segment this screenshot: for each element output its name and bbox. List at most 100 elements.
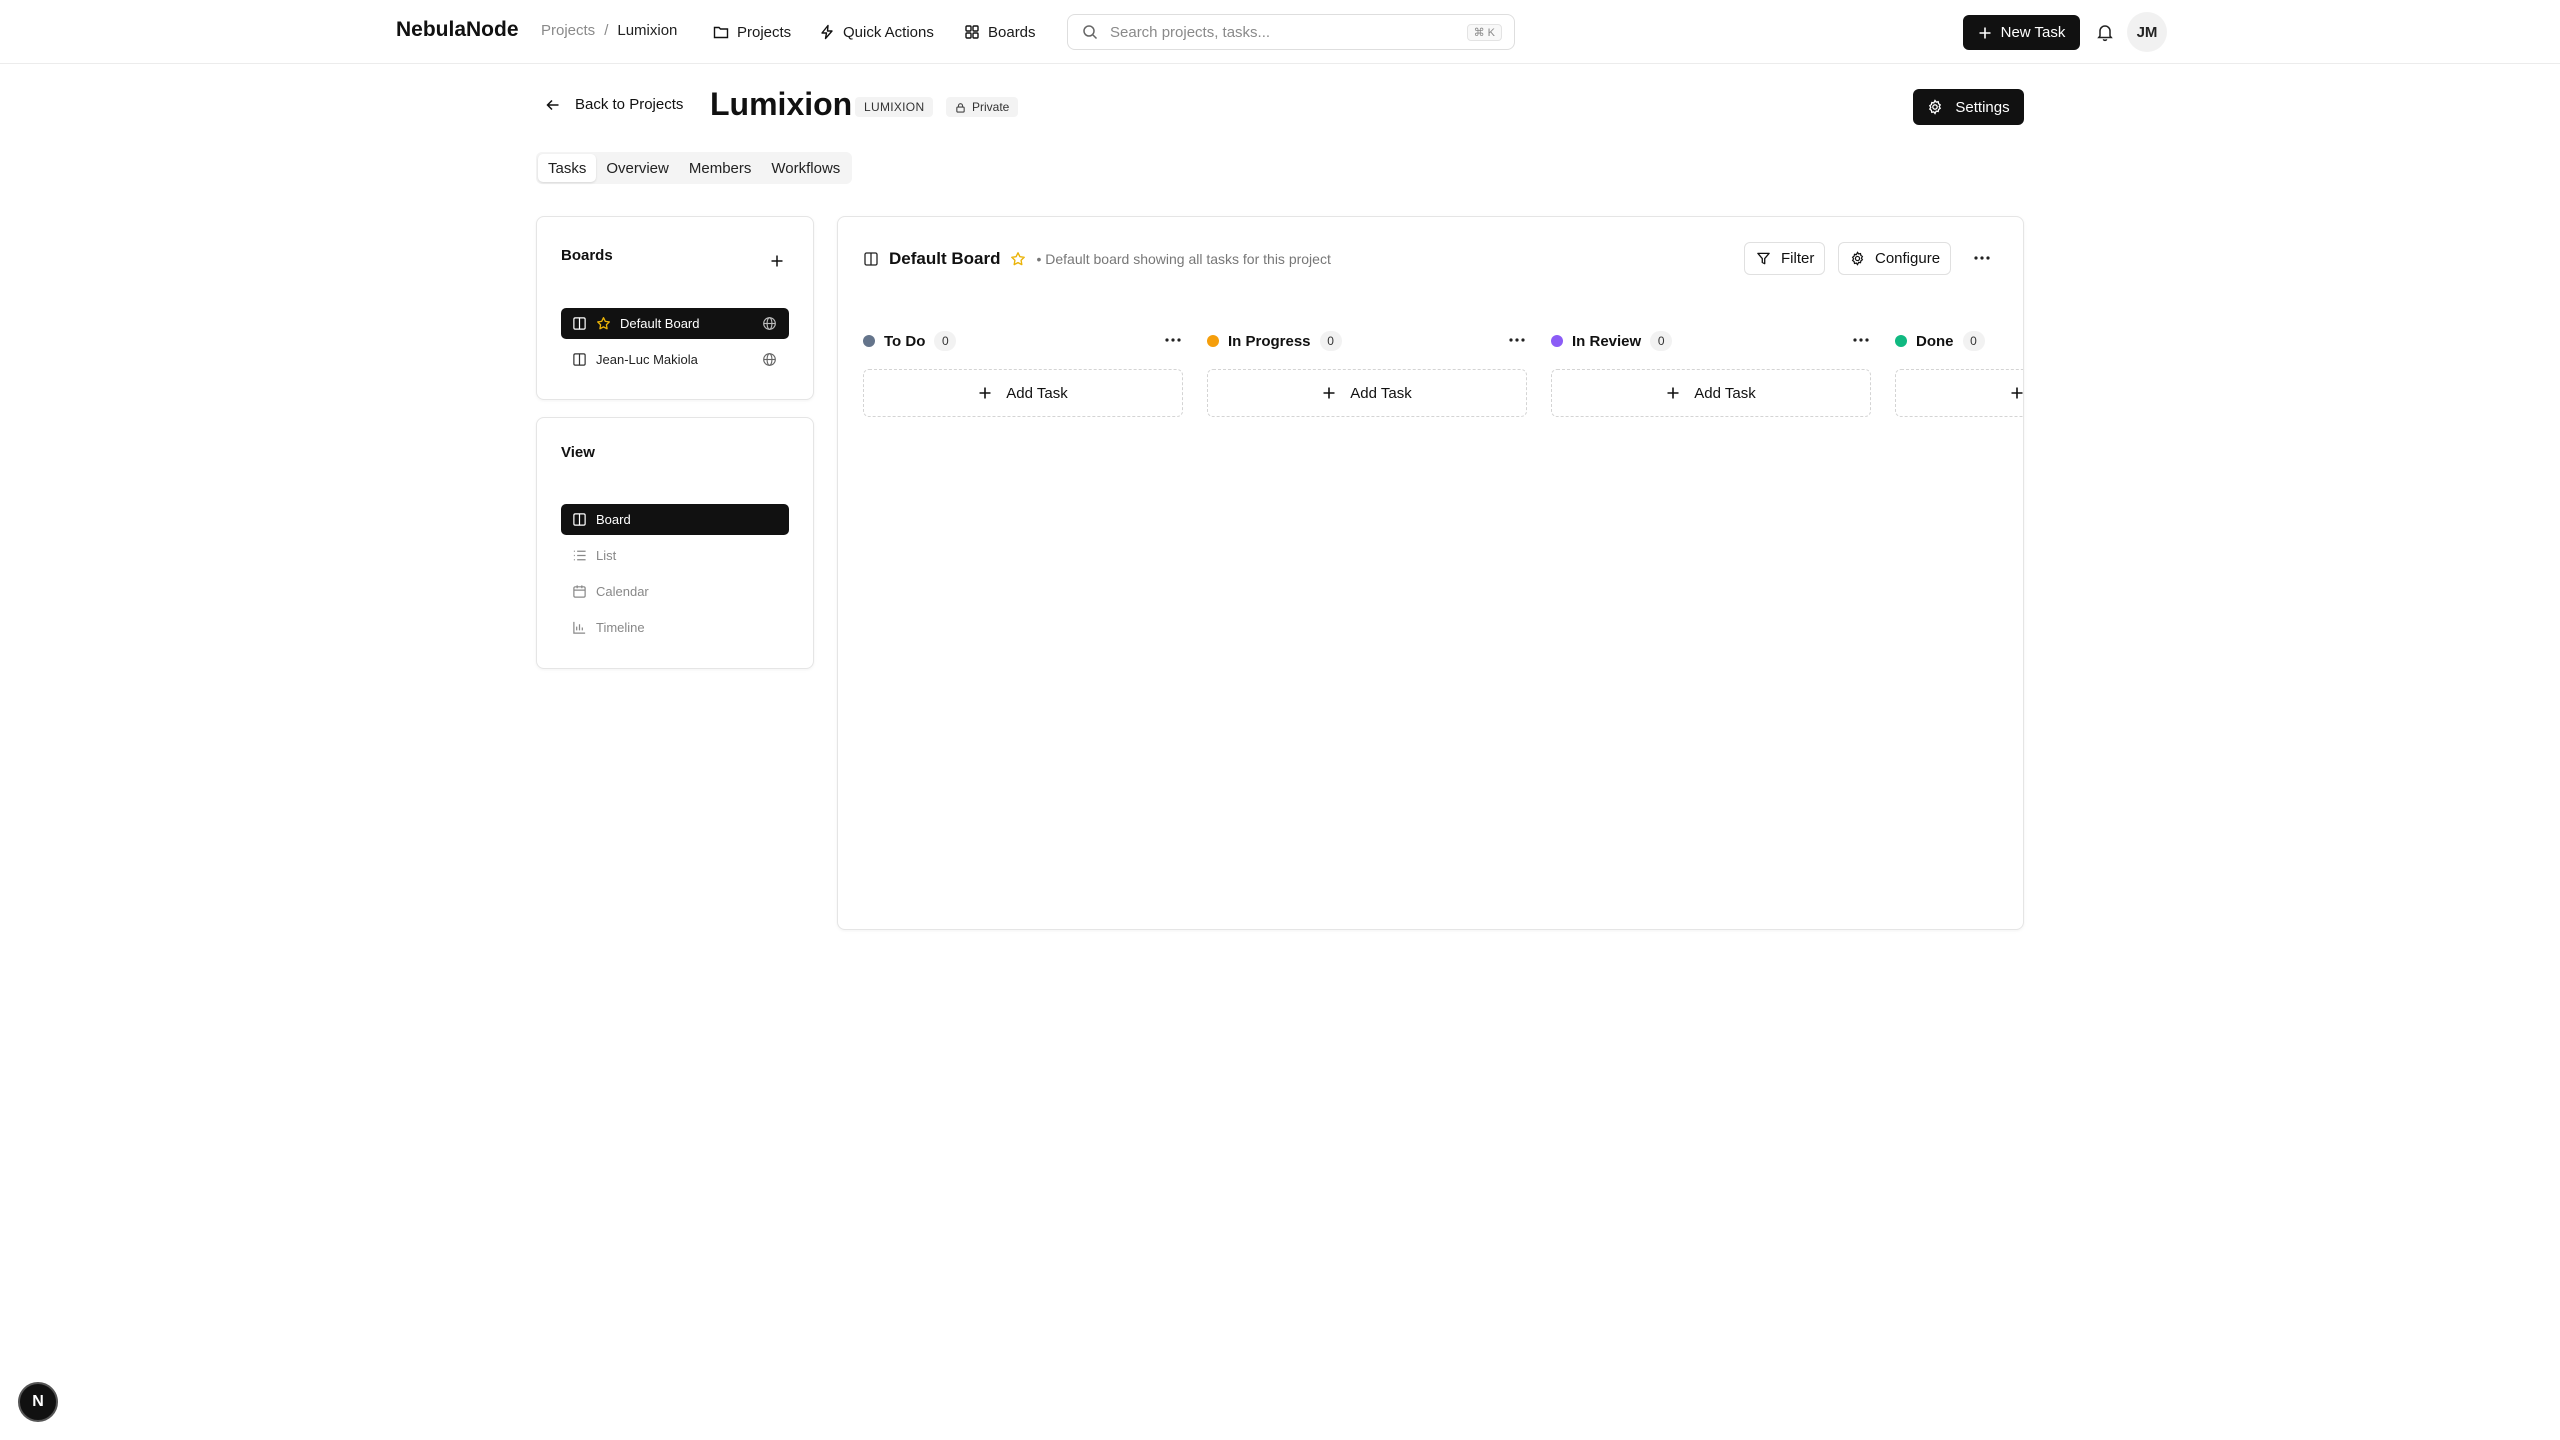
column-header: In Progress 0 — [1207, 331, 1342, 351]
gear-icon — [1929, 99, 1942, 115]
view-item-label: Calendar — [596, 584, 649, 599]
bell-icon[interactable] — [2095, 22, 2115, 42]
add-task-label: Add Task — [1350, 384, 1412, 402]
nav-boards-label: Boards — [988, 23, 1036, 41]
column-more-icon[interactable] — [1163, 333, 1183, 347]
view-item-timeline[interactable]: Timeline — [561, 612, 789, 643]
column-more-icon[interactable] — [1507, 333, 1527, 347]
breadcrumb-current: Lumixion — [617, 22, 678, 39]
view-item-label: Timeline — [596, 620, 645, 635]
board-header: Default Board • Default board showing al… — [863, 249, 1331, 269]
add-task-label: Add Task — [1694, 384, 1756, 402]
assistant-launcher-button[interactable]: N — [18, 1382, 58, 1422]
board-icon — [864, 252, 878, 266]
settings-label: Settings — [1955, 98, 2010, 116]
arrow-left-icon — [546, 99, 559, 110]
plus-icon — [979, 387, 991, 399]
view-item-board[interactable]: Board — [561, 504, 789, 535]
board-item-default[interactable]: Default Board — [561, 308, 789, 339]
status-dot — [1551, 335, 1563, 347]
board-description: • Default board showing all tasks for th… — [1036, 251, 1331, 267]
search-shortcut-badge: ⌘ K — [1466, 24, 1502, 41]
nav-quick-actions[interactable]: Quick Actions — [819, 16, 934, 48]
breadcrumb-separator: / — [604, 22, 609, 39]
status-dot — [863, 335, 875, 347]
add-task-button[interactable]: Add Task — [863, 369, 1183, 417]
calendar-icon — [573, 585, 586, 598]
boards-panel-title: Boards — [561, 247, 613, 264]
tab-workflows[interactable]: Workflows — [761, 154, 850, 182]
view-item-label: List — [596, 548, 617, 563]
column-title: To Do — [884, 332, 926, 350]
search-input[interactable] — [1110, 23, 1450, 41]
column-count-badge: 0 — [1962, 331, 1985, 351]
view-item-label: Board — [596, 512, 631, 527]
filter-label: Filter — [1781, 250, 1815, 267]
breadcrumb: Projects / Lumixion — [541, 22, 677, 39]
plus-icon — [2011, 387, 2023, 399]
nav-boards[interactable]: Boards — [964, 16, 1036, 48]
column-header: To Do 0 — [863, 331, 957, 351]
boards-panel: Boards Default Board Jean-Luc Makiola — [536, 216, 814, 400]
project-settings-button[interactable]: Settings — [1913, 89, 2024, 125]
status-dot — [1207, 335, 1219, 347]
lock-icon — [956, 102, 965, 113]
top-navigation-bar: NebulaNode Projects / Lumixion Projects … — [0, 0, 2560, 64]
plus-icon — [1979, 27, 1991, 38]
star-icon[interactable] — [1010, 251, 1026, 267]
search-icon — [1083, 25, 1098, 40]
project-title: Lumixion — [710, 86, 853, 122]
add-task-button[interactable]: Add Task — [1207, 369, 1527, 417]
tab-members[interactable]: Members — [679, 154, 762, 182]
user-avatar[interactable]: JM — [2127, 12, 2167, 52]
globe-icon — [763, 317, 776, 330]
tab-overview[interactable]: Overview — [596, 154, 679, 182]
more-options-icon[interactable] — [1972, 249, 1992, 267]
column-title: Done — [1916, 332, 1954, 350]
breadcrumb-projects[interactable]: Projects — [541, 22, 595, 39]
list-icon — [573, 550, 586, 561]
configure-button[interactable]: Configure — [1838, 242, 1952, 275]
filter-icon — [1757, 252, 1770, 265]
status-dot — [1895, 335, 1907, 347]
tab-tasks[interactable]: Tasks — [538, 154, 597, 182]
nav-projects-label: Projects — [737, 23, 792, 41]
column-count-badge: 0 — [1650, 331, 1673, 351]
folder-icon — [713, 26, 729, 39]
global-search[interactable]: ⌘ K — [1067, 14, 1515, 50]
view-item-calendar[interactable]: Calendar — [561, 576, 789, 607]
plus-icon — [1667, 387, 1679, 399]
board-item-label: Default Board — [620, 316, 700, 331]
view-item-list[interactable]: List — [561, 540, 789, 571]
column-title: In Progress — [1228, 332, 1311, 350]
timeline-icon — [573, 621, 586, 634]
gear-icon — [1851, 251, 1864, 266]
globe-icon — [763, 353, 776, 366]
board-item-label: Jean-Luc Makiola — [596, 352, 698, 367]
nav-projects[interactable]: Projects — [713, 16, 791, 48]
back-to-projects-link[interactable]: Back to Projects — [545, 96, 683, 113]
column-count-badge: 0 — [1319, 331, 1342, 351]
add-board-icon[interactable] — [769, 253, 785, 269]
add-task-button[interactable]: Add Task — [1895, 369, 2023, 417]
configure-label: Configure — [1875, 250, 1941, 267]
project-key-badge: LUMIXION — [855, 97, 934, 117]
app-logo[interactable]: NebulaNode — [396, 18, 519, 42]
column-header: Done 0 — [1895, 331, 1985, 351]
grid-icon — [965, 25, 979, 39]
board-item-jean-luc[interactable]: Jean-Luc Makiola — [561, 344, 789, 375]
filter-button[interactable]: Filter — [1744, 242, 1826, 275]
new-task-label: New Task — [2000, 24, 2066, 41]
new-task-button[interactable]: New Task — [1963, 15, 2080, 50]
board-icon — [573, 513, 586, 526]
add-task-button[interactable]: Add Task — [1551, 369, 1871, 417]
column-header: In Review 0 — [1551, 331, 1673, 351]
column-more-icon[interactable] — [1851, 333, 1871, 347]
project-tabs: Tasks Overview Members Workflows — [536, 152, 853, 184]
view-panel: View Board List Calendar Timeline — [536, 417, 814, 669]
nav-quick-actions-label: Quick Actions — [843, 23, 934, 41]
board-title: Default Board — [889, 249, 1001, 268]
plus-icon — [1323, 387, 1335, 399]
board-icon — [573, 317, 586, 330]
star-icon — [597, 317, 610, 330]
